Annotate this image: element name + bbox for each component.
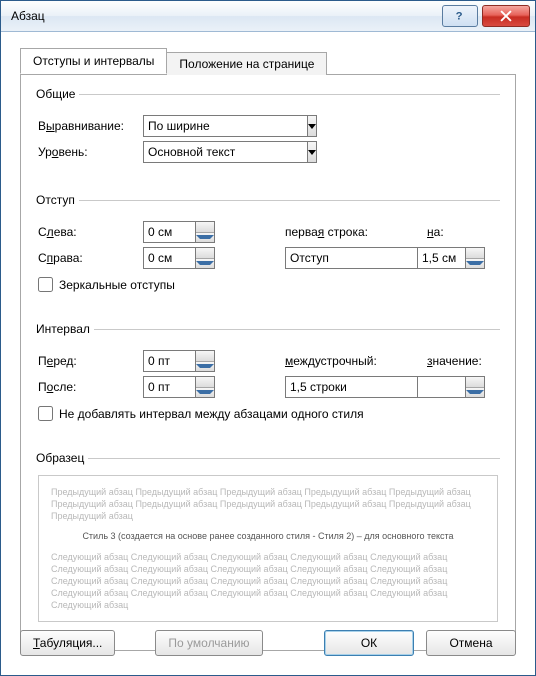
spin-down[interactable] — [466, 259, 484, 269]
level-label: Уровень: — [38, 145, 143, 159]
tab-indents-spacing[interactable]: Отступы и интервалы — [20, 48, 167, 74]
tabs-button[interactable]: Табуляция... — [20, 630, 115, 656]
indent-right-label: Справа: — [38, 251, 143, 265]
window-title: Абзац — [11, 9, 438, 23]
section-indent-legend: Отступ — [36, 193, 79, 207]
title-bar: Абзац ? — [1, 1, 535, 32]
cancel-button[interactable]: Отмена — [426, 630, 516, 656]
section-spacing-legend: Интервал — [36, 322, 94, 336]
spacing-before-input[interactable] — [143, 350, 195, 372]
indent-right-input[interactable] — [143, 247, 195, 269]
alignment-combo[interactable] — [143, 115, 273, 137]
indent-left-label: Слева: — [38, 225, 143, 239]
level-value[interactable] — [143, 141, 307, 163]
spacing-at-label: значение: — [427, 354, 482, 368]
alignment-dropdown-button[interactable] — [307, 115, 317, 137]
line-spacing-label: междустрочный: — [285, 354, 415, 368]
line-spacing-combo[interactable] — [285, 376, 405, 398]
alignment-value[interactable] — [143, 115, 307, 137]
sample-mid-text: Стиль 3 (создается на основе ранее созда… — [51, 530, 485, 542]
spacing-before-label: Перед: — [38, 354, 143, 368]
spin-down[interactable] — [196, 259, 214, 269]
mirror-indents-label: Зеркальные отступы — [59, 278, 175, 292]
close-button[interactable] — [482, 5, 530, 27]
paragraph-dialog: Абзац ? Отступы и интервалы Положение на… — [0, 0, 536, 676]
default-button[interactable]: По умолчанию — [155, 630, 262, 656]
sample-next-text: Следующий абзац Следующий абзац Следующи… — [51, 551, 485, 612]
section-spacing: Интервал Перед: междустрочный: значение: — [36, 322, 500, 429]
tab-strip: Отступы и интервалы Положение на страниц… — [20, 50, 516, 74]
spacing-after-input[interactable] — [143, 376, 195, 398]
level-dropdown-button[interactable] — [307, 141, 317, 163]
spin-up[interactable] — [196, 248, 214, 259]
sample-preview: Предыдущий абзац Предыдущий абзац Предыд… — [38, 475, 498, 622]
svg-text:?: ? — [456, 11, 463, 23]
indent-by-spinner[interactable] — [417, 247, 485, 269]
client-area: Отступы и интервалы Положение на страниц… — [8, 38, 528, 668]
spin-up[interactable] — [466, 377, 484, 388]
section-general: Общие Выравнивание: Уровень: — [36, 87, 500, 171]
spin-up[interactable] — [466, 248, 484, 259]
indent-left-input[interactable] — [143, 221, 195, 243]
help-button[interactable]: ? — [442, 5, 478, 27]
sample-prev-text: Предыдущий абзац Предыдущий абзац Предыд… — [51, 486, 485, 522]
spacing-before-spinner[interactable] — [143, 350, 215, 372]
indent-by-label: на: — [427, 225, 444, 239]
level-combo[interactable] — [143, 141, 273, 163]
no-same-style-spacing-checkbox[interactable]: Не добавлять интервал между абзацами одн… — [38, 406, 364, 421]
first-line-combo[interactable] — [285, 247, 405, 269]
tab-page: Общие Выравнивание: Уровень: — [20, 74, 516, 651]
indent-right-spinner[interactable] — [143, 247, 215, 269]
spin-down[interactable] — [196, 388, 214, 398]
indent-by-input[interactable] — [417, 247, 465, 269]
button-bar: Табуляция... По умолчанию ОК Отмена — [20, 630, 516, 656]
spin-down[interactable] — [196, 362, 214, 372]
indent-left-spinner[interactable] — [143, 221, 215, 243]
spin-up[interactable] — [196, 351, 214, 362]
spacing-after-spinner[interactable] — [143, 376, 215, 398]
first-line-label: первая строка: — [285, 225, 415, 239]
spacing-at-input[interactable] — [417, 376, 465, 398]
section-sample: Образец Предыдущий абзац Предыдущий абза… — [36, 451, 500, 626]
spin-down[interactable] — [196, 233, 214, 243]
section-sample-legend: Образец — [36, 451, 88, 465]
spin-down[interactable] — [466, 388, 484, 398]
spin-up[interactable] — [196, 222, 214, 233]
no-same-style-spacing-label: Не добавлять интервал между абзацами одн… — [59, 407, 364, 421]
tab-page-position[interactable]: Положение на странице — [166, 52, 327, 75]
ok-button[interactable]: ОК — [324, 630, 414, 656]
spin-up[interactable] — [196, 377, 214, 388]
mirror-indents-checkbox[interactable]: Зеркальные отступы — [38, 277, 175, 292]
section-indent: Отступ Слева: первая строка: на: Спра — [36, 193, 500, 300]
section-general-legend: Общие — [36, 87, 79, 101]
spacing-at-spinner[interactable] — [417, 376, 485, 398]
alignment-label: Выравнивание: — [38, 119, 143, 133]
spacing-after-label: После: — [38, 380, 143, 394]
